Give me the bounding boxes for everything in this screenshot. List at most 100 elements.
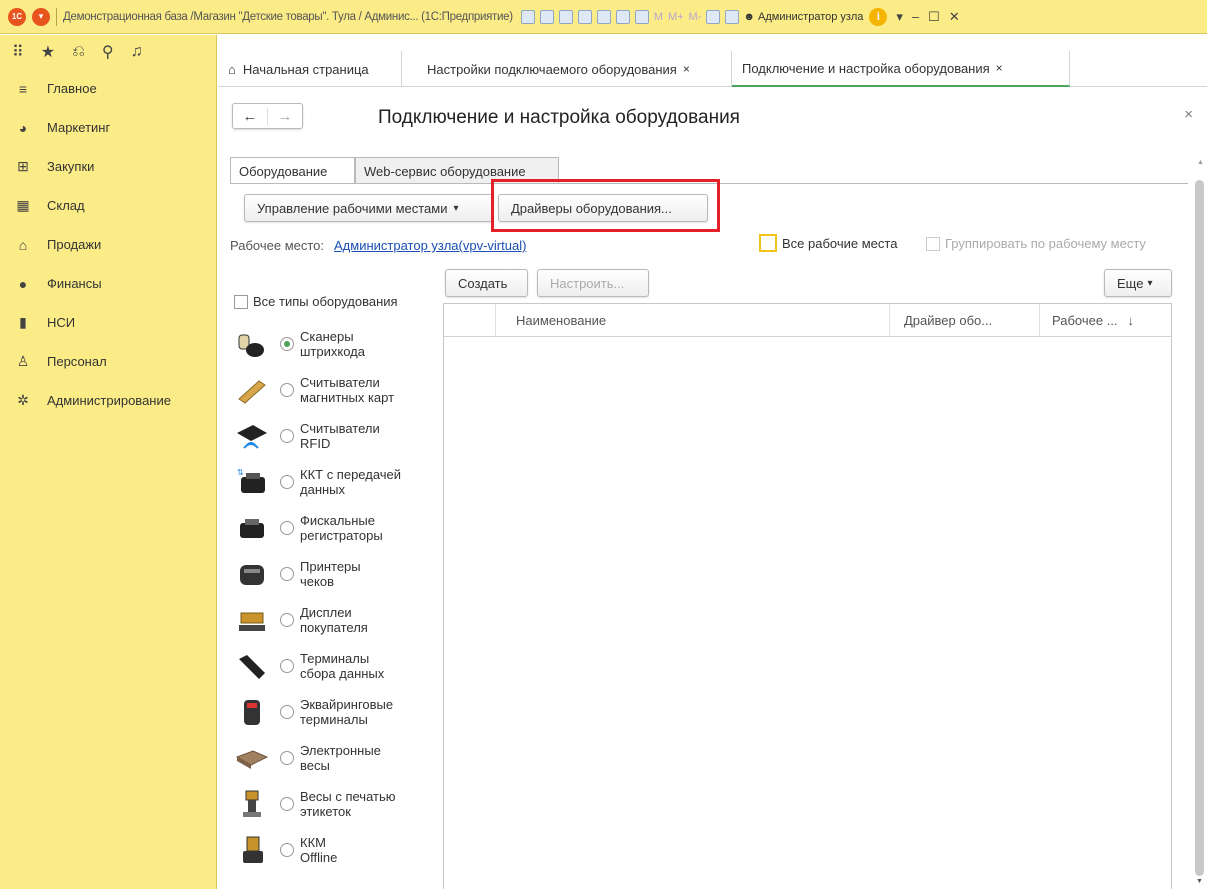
vertical-scrollbar[interactable]: ▲ ▼ (1193, 159, 1207, 889)
sidebar-item-finance[interactable]: ● Финансы (0, 264, 216, 303)
favorites-star-icon[interactable]: ★ (41, 42, 55, 62)
equipment-type-label: Эквайринговые терминалы (300, 697, 393, 727)
configure-button[interactable]: Настроить... (537, 269, 649, 297)
scroll-up-icon[interactable]: ▲ (1197, 159, 1204, 166)
manage-workplaces-button[interactable]: Управление рабочими местами ▾ (244, 194, 493, 222)
current-user[interactable]: ☻ Администратор узла (743, 11, 863, 23)
scales-icon (232, 740, 272, 776)
more-button[interactable]: Еще ▾ (1104, 269, 1172, 297)
memory-m-button[interactable]: M (654, 11, 663, 23)
tab-equipment-settings[interactable]: Настройки подключаемого оборудования × (417, 51, 732, 87)
scroll-thumb[interactable] (1195, 180, 1204, 876)
radio-button[interactable] (280, 337, 294, 351)
highlight-frame (491, 179, 720, 232)
sidebar-item-marketing[interactable]: ◕ Маркетинг (0, 108, 216, 147)
sidebar-item-administration[interactable]: ✲ Администрирование (0, 381, 216, 420)
radio-button[interactable] (280, 383, 294, 397)
equipment-type-kkm-offline[interactable]: ККМ Offline (232, 827, 432, 873)
group-by-workplace-checkbox[interactable]: Группировать по рабочему месту (926, 236, 1146, 251)
create-label: Создать (458, 275, 508, 291)
sidebar-item-purchases[interactable]: ⊞ Закупки (0, 147, 216, 186)
radio-button[interactable] (280, 613, 294, 627)
sidebar-item-nsi[interactable]: ▮ НСИ (0, 303, 216, 342)
equipment-type-scanner[interactable]: Сканеры штрихкода (232, 321, 432, 367)
sidebar-item-warehouse[interactable]: ▦ Склад (0, 186, 216, 225)
apps-grid-icon[interactable]: ⠿ (12, 42, 24, 62)
sidebar-item-label: Маркетинг (47, 120, 111, 135)
maximize-icon[interactable]: ☐ (928, 9, 940, 25)
equipment-type-fiscal[interactable]: Фискальные регистраторы (232, 505, 432, 551)
notifications-bell-icon[interactable]: ♫ (131, 43, 143, 61)
sidebar-item-label: Администрирование (47, 393, 171, 408)
radio-button[interactable] (280, 843, 294, 857)
equipment-type-line1: Фискальные (300, 513, 375, 528)
radio-button[interactable] (280, 705, 294, 719)
panels-icon[interactable] (725, 9, 740, 24)
tab-home[interactable]: ⌂ Начальная страница (218, 51, 402, 87)
equipment-type-line2: покупателя (300, 620, 368, 635)
equipment-type-rfid[interactable]: Считыватели RFID (232, 413, 432, 459)
search-icon[interactable]: ⚲ (102, 42, 114, 62)
radio-button[interactable] (280, 521, 294, 535)
radio-button[interactable] (280, 475, 294, 489)
equipment-type-acquiring[interactable]: Эквайринговые терминалы (232, 689, 432, 735)
all-types-checkbox[interactable]: Все типы оборудования (234, 294, 398, 309)
column-driver[interactable]: Драйвер обо... (890, 304, 1040, 336)
checkbox-box (759, 234, 777, 252)
save-icon[interactable] (520, 9, 535, 24)
info-dropdown-icon[interactable]: ▾ (896, 9, 903, 25)
equipment-type-line1: Считыватели (300, 375, 380, 390)
memory-mminus-button[interactable]: M- (689, 11, 702, 23)
main-menu-icon[interactable]: ▾ (32, 7, 50, 26)
close-window-icon[interactable]: ✕ (949, 9, 960, 25)
close-form-icon[interactable]: × (1184, 106, 1193, 123)
sidebar-item-sales[interactable]: ⌂ Продажи (0, 225, 216, 264)
zoom-icon[interactable] (706, 9, 721, 24)
copy-icon[interactable] (596, 9, 611, 24)
minimize-icon[interactable]: – (912, 9, 919, 24)
tab-home-label: Начальная страница (242, 61, 369, 77)
scroll-down-icon[interactable]: ▼ (1196, 878, 1203, 885)
equipment-type-magnetic-reader[interactable]: Считыватели магнитных карт (232, 367, 432, 413)
equipment-type-line1: Эквайринговые (300, 697, 394, 712)
column-name[interactable]: Наименование (496, 304, 890, 336)
upload-icon[interactable] (577, 9, 592, 24)
equipment-type-customer-display[interactable]: Дисплеи покупателя (232, 597, 432, 643)
tab-close-icon[interactable]: × (996, 61, 1003, 75)
radio-button[interactable] (280, 751, 294, 765)
all-workplaces-checkbox[interactable]: Все рабочие места (759, 234, 897, 252)
tab-close-icon[interactable]: × (683, 62, 690, 76)
equipment-type-receipt-printer[interactable]: Принтеры чеков (232, 551, 432, 597)
history-icon[interactable]: ⎌ (72, 43, 85, 61)
equipment-type-label-scales[interactable]: Весы с печатью этикеток (232, 781, 432, 827)
radio-button[interactable] (280, 567, 294, 581)
warehouse-icon: ▦ (16, 197, 30, 213)
1c-logo-icon[interactable]: 1С (8, 7, 26, 26)
equipment-type-line1: Принтеры (300, 559, 361, 574)
column-workplace[interactable]: Рабочее ... ↓ (1040, 304, 1171, 336)
forward-arrow-icon[interactable]: → (267, 107, 302, 125)
radio-button[interactable] (280, 659, 294, 673)
memory-mplus-button[interactable]: M+ (668, 11, 684, 23)
radio-button[interactable] (280, 797, 294, 811)
acquiring-terminal-icon (232, 694, 272, 730)
print-icon[interactable] (539, 9, 554, 24)
tab-equipment[interactable]: Оборудование (230, 157, 355, 184)
preview-icon[interactable] (558, 9, 573, 24)
tab-equipment-connection[interactable]: Подключение и настройка оборудования × (732, 51, 1070, 87)
workplace-link[interactable]: Администратор узла(vpv-virtual) (334, 238, 526, 253)
rfid-reader-icon (232, 418, 272, 454)
sidebar-item-personnel[interactable]: ♙ Персонал (0, 342, 216, 381)
equipment-type-kkt[interactable]: ⇅ ККТ с передачей данных (232, 459, 432, 505)
create-button[interactable]: Создать (445, 269, 528, 297)
data-terminal-icon (232, 648, 272, 684)
equipment-type-scales[interactable]: Электронные весы (232, 735, 432, 781)
equipment-type-data-terminal[interactable]: Терминалы сбора данных (232, 643, 432, 689)
radio-button[interactable] (280, 429, 294, 443)
nav-buttons: ← → (232, 103, 303, 129)
back-arrow-icon[interactable]: ← (233, 108, 267, 125)
sidebar-item-main[interactable]: ≡ Главное (0, 69, 216, 108)
info-icon[interactable]: i (869, 7, 888, 26)
calendar-icon[interactable] (634, 9, 649, 24)
calculator-icon[interactable] (615, 9, 630, 24)
